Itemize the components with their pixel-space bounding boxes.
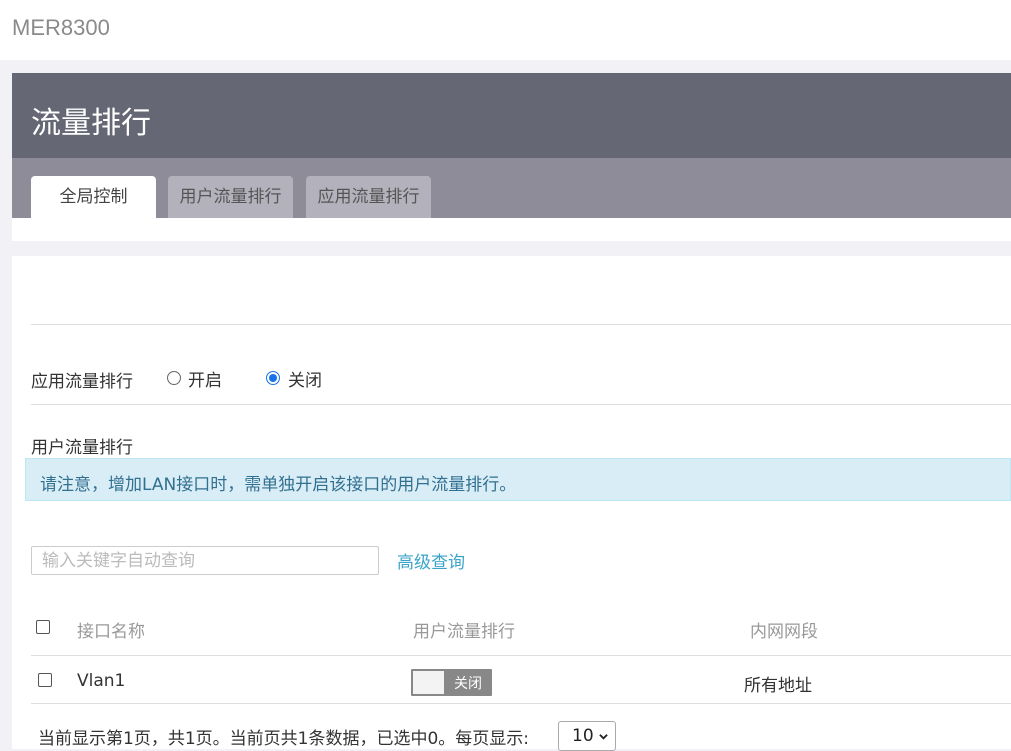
table-row-divider [31, 703, 1011, 704]
radio-app-ranking-off-label[interactable]: 关闭 [288, 366, 322, 391]
tab-label: 用户流量排行 [179, 187, 282, 207]
pagination-summary: 当前显示第1页，共1页。当前页共1条数据，已选中0。每页显示: [38, 729, 529, 749]
divider [31, 404, 1011, 405]
notice-text: 请注意，增加LAN接口时，需单独开启该接口的用户流量排行。 [40, 475, 517, 495]
page-size-select[interactable]: 10 [558, 721, 616, 751]
tab-label: 全局控制 [59, 187, 128, 207]
tab-content-strip [12, 218, 1011, 241]
page-title: 流量排行 [31, 106, 151, 141]
user-ranking-toggle[interactable]: 关闭 [411, 669, 492, 696]
tab-bar: 全局控制 用户流量排行 应用流量排行 [12, 158, 1011, 218]
radio-app-ranking-on[interactable] [167, 371, 181, 385]
divider [31, 324, 1011, 325]
page-header: 流量排行 [12, 73, 1011, 158]
select-all-checkbox[interactable] [36, 620, 50, 634]
app-ranking-label: 应用流量排行 [31, 372, 133, 392]
tab-global-control[interactable]: 全局控制 [31, 176, 156, 218]
interface-name: Vlan1 [77, 671, 126, 691]
advanced-search-link[interactable]: 高级查询 [397, 548, 465, 573]
page-size-value: 10 [572, 726, 594, 746]
row-checkbox[interactable] [38, 673, 52, 687]
column-header-lan-segment: 内网网段 [750, 622, 818, 642]
brand-name: MER8300 [12, 15, 110, 40]
radio-app-ranking-off[interactable] [266, 371, 280, 385]
toggle-knob [413, 671, 444, 694]
toggle-label: 关闭 [454, 676, 482, 692]
tab-app-traffic-ranking[interactable]: 应用流量排行 [306, 176, 431, 218]
radio-app-ranking-on-label[interactable]: 开启 [188, 366, 222, 391]
user-ranking-label: 用户流量排行 [31, 438, 133, 458]
column-header-user-ranking: 用户流量排行 [413, 622, 515, 642]
lan-segment: 所有地址 [744, 676, 812, 696]
main-panel: 应用流量排行 开启 关闭 用户流量排行 请注意，增加LAN接口时，需单独开启该接… [12, 256, 1011, 751]
column-header-interface-name: 接口名称 [77, 622, 145, 642]
search-input[interactable] [31, 546, 379, 575]
notice-banner: 请注意，增加LAN接口时，需单独开启该接口的用户流量排行。 [25, 458, 1011, 501]
table-header-divider [31, 655, 1011, 656]
tab-label: 应用流量排行 [317, 187, 420, 207]
chevron-down-icon [599, 734, 608, 740]
top-bar: MER8300 [0, 0, 1011, 60]
tab-user-traffic-ranking[interactable]: 用户流量排行 [168, 176, 293, 218]
